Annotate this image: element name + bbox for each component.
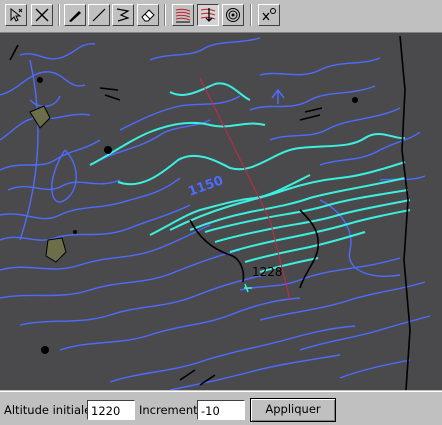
eraser-tool-icon <box>141 9 155 22</box>
altitude-initial-input[interactable] <box>87 400 135 420</box>
select-tool-button[interactable] <box>5 4 27 26</box>
spot-heights <box>37 77 358 354</box>
altitude-label: 1228 <box>252 265 283 279</box>
altitude-tool-icon <box>200 8 216 22</box>
vegetation-patch <box>45 237 67 263</box>
apply-button[interactable]: Appliquer <box>250 398 336 422</box>
line-tool-icon <box>92 8 106 22</box>
polyline-tool-icon <box>116 8 130 22</box>
toolbar-separator <box>58 4 60 26</box>
select-tool-icon <box>10 7 23 22</box>
target-tool-button[interactable] <box>222 4 244 26</box>
increment-label: Increment <box>139 403 198 417</box>
toolbar <box>0 0 442 33</box>
zoom-factor-tool-button[interactable] <box>258 4 280 26</box>
altitude-tool-button[interactable] <box>197 4 219 26</box>
altitude-label: 1150 <box>186 173 225 199</box>
pen-tool-button[interactable] <box>64 4 86 26</box>
altitude-initial-label: Altitude initiale <box>4 403 92 417</box>
polyline-tool-button[interactable] <box>112 4 134 26</box>
topographic-map: 1150 1228 <box>0 35 431 390</box>
arrow-up-icon <box>271 88 285 104</box>
vegetation-patch <box>29 105 51 129</box>
pen-tool-icon <box>69 11 81 22</box>
line-tool-button[interactable] <box>88 4 110 26</box>
delete-tool-button[interactable] <box>31 4 53 26</box>
toolbar-separator <box>250 4 252 26</box>
contour-lines-tool-icon <box>175 8 191 23</box>
altitude-form: Altitude initiale Increment Appliquer <box>0 391 442 425</box>
selected-contour-lines <box>89 82 411 273</box>
delete-tool-icon <box>35 8 49 22</box>
map-canvas[interactable]: 1150 1228 <box>0 33 442 390</box>
toolbar-separator <box>164 4 166 26</box>
cursor-crosshair-icon <box>244 283 252 293</box>
contour-lines <box>0 37 431 390</box>
zoom-factor-tool-icon <box>262 8 276 21</box>
target-tool-icon <box>226 8 240 22</box>
contour-lines-tool-button[interactable] <box>172 4 194 26</box>
increment-input[interactable] <box>197 400 245 420</box>
eraser-tool-button[interactable] <box>137 4 159 26</box>
